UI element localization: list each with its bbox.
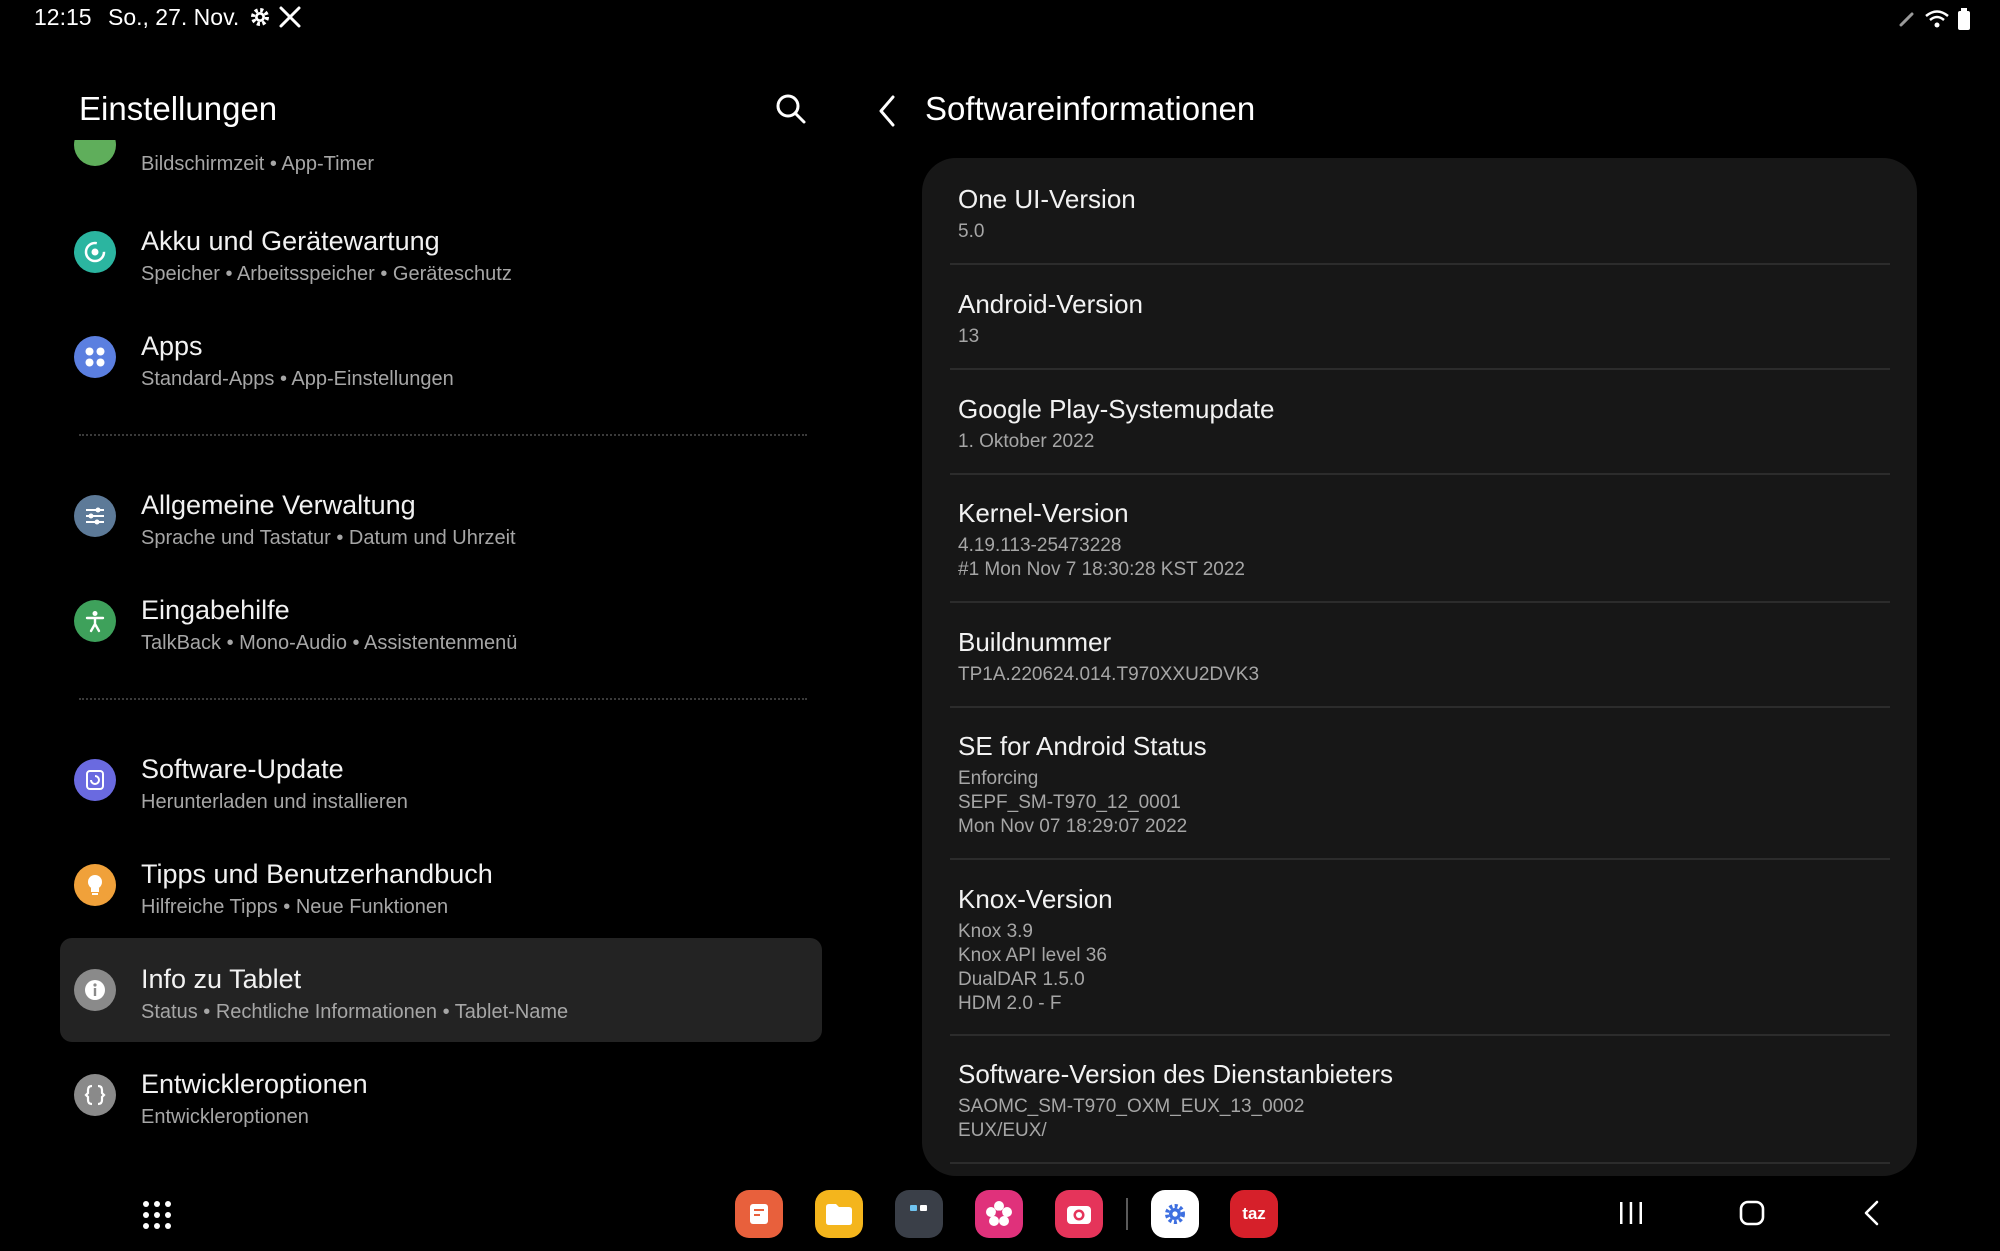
settings-item-title: Tipps und Benutzerhandbuch [141, 859, 493, 889]
info-row-value: SAOMC_SM-T970_OXM_EUX_13_0002 [958, 1096, 1305, 1117]
settings-item-subtitle: Hilfreiche Tipps • Neue Funktionen [141, 896, 449, 918]
notes-app-icon[interactable] [735, 1190, 783, 1238]
settings-item-title: Akku und Gerätewartung [141, 226, 440, 256]
battery-icon [1958, 8, 1970, 35]
home-button[interactable] [1737, 1198, 1767, 1233]
apps-icon [74, 336, 116, 378]
settings-item-title: Entwickleroptionen [141, 1069, 368, 1099]
info-row-title: Knox-Version [958, 884, 1113, 914]
settings-app-icon[interactable] [1151, 1190, 1199, 1238]
settings-item-subtitle: Status • Rechtliche Informationen • Tabl… [141, 1001, 569, 1023]
info-row-title: Buildnummer [958, 627, 1112, 657]
info-row-title: Software-Version des Dienstanbieters [958, 1059, 1394, 1089]
settings-item-apps[interactable]: Apps Standard-Apps • App-Einstellungen [60, 305, 822, 409]
row-divider [950, 601, 1890, 603]
info-row-value: 4.19.113-25473228 [958, 535, 1122, 556]
info-row-title: Google Play-Systemupdate [958, 394, 1275, 424]
settings-item-title: Software-Update [141, 754, 344, 784]
info-row-value: TP1A.220624.014.T970XXU2DVK3 [958, 664, 1260, 685]
status-date: So., 27. Nov. [108, 4, 240, 30]
app-drawer-folder-icon[interactable] [895, 1190, 943, 1238]
settings-title: Einstellungen [79, 90, 278, 127]
settings-item-about-tablet[interactable]: Info zu Tablet Status • Rechtliche Infor… [60, 938, 822, 1042]
info-row-title: Kernel-Version [958, 498, 1129, 528]
info-row-title: Android-Version [958, 289, 1143, 319]
back-icon[interactable] [876, 94, 898, 133]
info-row-value: 1. Oktober 2022 [958, 431, 1095, 452]
status-time: 12:15 [34, 4, 92, 30]
search-icon[interactable] [774, 92, 808, 131]
info-row-value: Knox 3.9 [958, 921, 1033, 942]
gear-icon [248, 5, 272, 34]
dock-separator [1126, 1198, 1128, 1230]
row-divider [950, 1162, 1890, 1164]
settings-item-subtitle: TalkBack • Mono-Audio • Assistentenmenü [141, 632, 518, 654]
info-row-value: 13 [958, 326, 980, 347]
settings-item-title: Apps [141, 331, 203, 361]
section-divider [79, 434, 807, 436]
wifi-icon [1924, 9, 1950, 34]
settings-item-subtitle: Entwickleroptionen [141, 1106, 309, 1128]
settings-item-title: Eingabehilfe [141, 595, 290, 625]
settings-item-subtitle: Herunterladen und installieren [141, 791, 408, 813]
info-row-value: #1 Mon Nov 7 18:30:28 KST 2022 [958, 559, 1245, 580]
pen-icon [1898, 10, 1916, 33]
info-row-value: HDM 2.0 - F [958, 993, 1062, 1014]
info-row-value: DualDAR 1.5.0 [958, 969, 1085, 990]
tools-icon [278, 5, 302, 34]
row-divider [950, 858, 1890, 860]
back-button[interactable] [1860, 1198, 1884, 1233]
info-row-value: Knox API level 36 [958, 945, 1107, 966]
info-icon [74, 969, 116, 1011]
sliders-icon [74, 495, 116, 537]
info-row-value: Enforcing [958, 768, 1039, 789]
taz-app-label: taz [1242, 1204, 1266, 1223]
row-divider [950, 473, 1890, 475]
settings-item-subtitle: Sprache und Tastatur • Datum und Uhrzeit [141, 527, 516, 549]
row-divider [950, 368, 1890, 370]
accessibility-icon [74, 600, 116, 642]
recent-apps-button[interactable] [1617, 1198, 1645, 1233]
info-row-value: SEPF_SM-T970_12_0001 [958, 792, 1181, 813]
braces-icon [74, 1074, 116, 1116]
files-app-icon[interactable] [815, 1190, 863, 1238]
page-title: Softwareinformationen [925, 90, 1256, 127]
settings-item-subtitle: Speicher • Arbeitsspeicher • Geräteschut… [141, 263, 512, 285]
settings-item-title: Info zu Tablet [141, 964, 302, 994]
settings-item-accessibility[interactable]: Eingabehilfe TalkBack • Mono-Audio • Ass… [60, 569, 822, 673]
row-divider [950, 263, 1890, 265]
software-update-icon [74, 759, 116, 801]
status-bar: 12:15 So., 27. Nov. [0, 0, 2000, 40]
digital-wellbeing-icon [74, 140, 116, 166]
taz-app-icon[interactable]: taz [1230, 1190, 1278, 1238]
digital-wellbeing-subtitle[interactable]: Bildschirmzeit • App-Timer [141, 153, 374, 176]
settings-item-tips[interactable]: Tipps und Benutzerhandbuch Hilfreiche Ti… [60, 833, 822, 937]
info-row-value: Mon Nov 07 18:29:07 2022 [958, 816, 1188, 837]
settings-item-subtitle: Standard-Apps • App-Einstellungen [141, 368, 454, 390]
row-divider [950, 1034, 1890, 1036]
settings-item-general-management[interactable]: Allgemeine Verwaltung Sprache und Tastat… [60, 464, 822, 568]
software-info-card: One UI-Version 5.0 Android-Version 13 Go… [922, 158, 1917, 1176]
row-divider [950, 706, 1890, 708]
status-indicators [1898, 8, 1970, 35]
lightbulb-icon [74, 864, 116, 906]
camera-app-icon[interactable] [1055, 1190, 1103, 1238]
device-care-icon [74, 231, 116, 273]
section-divider [79, 698, 807, 700]
info-row-title: SE for Android Status [958, 731, 1207, 761]
app-grid-icon[interactable] [142, 1200, 172, 1235]
settings-item-title: Allgemeine Verwaltung [141, 490, 416, 520]
info-row-value: EUX/EUX/ [958, 1120, 1047, 1141]
info-row-title: One UI-Version [958, 184, 1136, 214]
settings-item-device-care[interactable]: Akku und Gerätewartung Speicher • Arbeit… [60, 200, 822, 304]
settings-item-developer-options[interactable]: Entwickleroptionen Entwickleroptionen [60, 1043, 822, 1147]
settings-item-software-update[interactable]: Software-Update Herunterladen und instal… [60, 728, 822, 832]
gallery-app-icon[interactable] [975, 1190, 1023, 1238]
info-row-value: 5.0 [958, 221, 985, 242]
